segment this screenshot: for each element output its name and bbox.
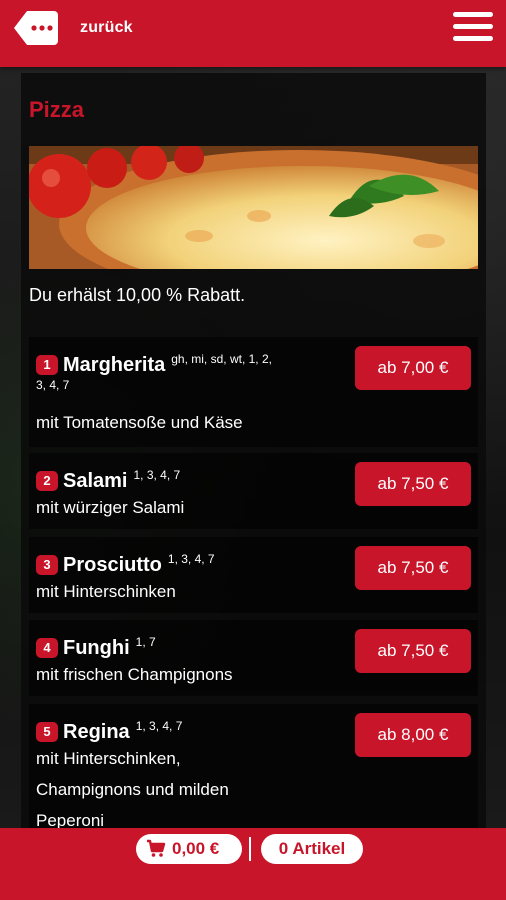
item-description: mit Hinterschinken, Champignons und mild… <box>36 743 356 828</box>
item-description: mit Hinterschinken <box>36 582 176 601</box>
app-header: zurück <box>0 0 506 67</box>
price-button[interactable]: ab 7,50 € <box>355 462 471 506</box>
item-name: Prosciutto <box>63 554 162 577</box>
item-header: 3 Prosciutto 1, 3, 4, 7 <box>36 549 356 577</box>
price-button[interactable]: ab 7,50 € <box>355 629 471 673</box>
item-header: 2 Salami 1, 3, 4, 7 <box>36 465 356 493</box>
back-button[interactable] <box>13 10 59 46</box>
item-header: 5 Regina 1, 3, 4, 7 <box>36 716 356 744</box>
item-description-line: mit Hinterschinken, <box>36 749 181 768</box>
cart-total-button[interactable]: 0,00 € <box>136 834 242 864</box>
item-allergens-cont: 3, 4, 7 <box>36 378 70 393</box>
price-button[interactable]: ab 7,50 € <box>355 546 471 590</box>
category-title: Pizza <box>29 97 85 122</box>
item-allergens: 1, 3, 4, 7 <box>133 468 181 482</box>
item-number-badge: 4 <box>36 638 58 659</box>
article-count-button[interactable]: 0 Artikel <box>261 834 363 864</box>
back-arrow-tag-icon <box>14 11 58 45</box>
item-number-badge: 1 <box>36 355 58 376</box>
item-description-line: Champignons und milden <box>36 780 229 799</box>
cart-footer: 0,00 € 0 Artikel <box>0 828 506 900</box>
back-label[interactable]: zurück <box>80 19 133 37</box>
item-description: mit frischen Champignons <box>36 665 233 684</box>
pizza-illustration <box>29 146 478 269</box>
price-button[interactable]: ab 7,00 € <box>355 346 471 390</box>
item-header: 1 Margherita gh, mi, sd, wt, 1, 2, 3, 4, 7 <box>36 349 356 402</box>
hamburger-menu-icon[interactable] <box>453 12 493 46</box>
item-allergens: 1, 3, 4, 7 <box>135 719 183 733</box>
menu-item[interactable]: 4 Funghi 1, 7 mit frischen Champignons ab … <box>29 620 478 696</box>
menu-item[interactable]: 2 Salami 1, 3, 4, 7 mit würziger Salami ab… <box>29 453 478 529</box>
menu-bar <box>453 36 493 41</box>
item-name: Regina <box>63 721 130 744</box>
item-number-badge: 5 <box>36 722 58 743</box>
item-number-badge: 3 <box>36 555 58 576</box>
menu-item[interactable]: 5 Regina 1, 3, 4, 7 mit Hinterschinken, Ch… <box>29 704 478 828</box>
menu-item[interactable]: 1 Margherita gh, mi, sd, wt, 1, 2, 3, 4, 7… <box>29 337 478 447</box>
item-name: Funghi <box>63 637 130 660</box>
menu-bar <box>453 24 493 29</box>
cart-total: 0,00 € <box>172 839 220 858</box>
item-header: 4 Funghi 1, 7 <box>36 632 356 660</box>
category-panel: Pizza Du erhälst 10,00 % Rabatt. 1 Margh… <box>21 73 486 828</box>
item-name: Salami <box>63 470 128 493</box>
item-allergens: 1, 3, 4, 7 <box>167 552 215 566</box>
item-allergens: gh, mi, sd, wt, 1, 2, <box>171 352 272 366</box>
menu-item[interactable]: 3 Prosciutto 1, 3, 4, 7 mit Hinterschinken… <box>29 537 478 613</box>
pizza-hero-image <box>29 146 478 269</box>
item-description: mit würziger Salami <box>36 498 185 517</box>
footer-divider <box>249 837 251 861</box>
price-button[interactable]: ab 8,00 € <box>355 713 471 757</box>
shopping-cart-icon <box>147 839 166 857</box>
item-description-line: Peperoni <box>36 811 105 828</box>
discount-text: Du erhälst 10,00 % Rabatt. <box>29 285 246 305</box>
item-description: mit Tomatensoße und Käse <box>36 413 243 432</box>
item-number-badge: 2 <box>36 471 58 492</box>
item-name: Margherita <box>63 354 166 377</box>
menu-bar <box>453 12 493 17</box>
item-allergens: 1, 7 <box>135 635 156 649</box>
